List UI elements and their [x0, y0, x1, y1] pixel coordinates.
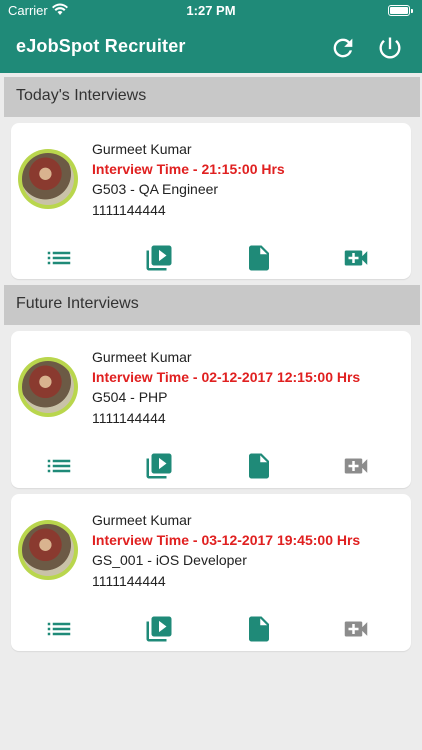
- video-library-icon: [146, 453, 172, 479]
- navigation-bar: eJobSpot Recruiter: [0, 22, 422, 73]
- document-icon: [249, 245, 269, 271]
- job-position: GS_001 - iOS Developer: [92, 552, 247, 568]
- interview-time: Interview Time - 21:15:00 Hrs: [92, 161, 285, 177]
- interview-card[interactable]: Gurmeet Kumar Interview Time - 02-12-201…: [11, 331, 411, 488]
- battery-icon: [388, 5, 413, 16]
- phone-number: 1111144444: [92, 573, 166, 589]
- video-library-icon: [146, 616, 172, 642]
- job-position: G504 - PHP: [92, 389, 168, 405]
- candidate-name: Gurmeet Kumar: [92, 512, 192, 528]
- resume-button[interactable]: [244, 451, 274, 481]
- card-actions: [11, 614, 411, 644]
- refresh-button[interactable]: [329, 34, 357, 62]
- candidate-name: Gurmeet Kumar: [92, 349, 192, 365]
- video-library-icon: [146, 245, 172, 271]
- document-icon: [249, 453, 269, 479]
- recordings-button[interactable]: [144, 243, 174, 273]
- start-video-call-button[interactable]: [341, 243, 371, 273]
- interview-time: Interview Time - 02-12-2017 12:15:00 Hrs: [92, 369, 361, 385]
- details-button[interactable]: [44, 451, 74, 481]
- document-icon: [249, 616, 269, 642]
- power-icon: [379, 37, 401, 59]
- phone-number: 1111144444: [92, 202, 166, 218]
- job-position: G503 - QA Engineer: [92, 181, 219, 197]
- start-video-call-button-disabled[interactable]: [341, 614, 371, 644]
- section-header-today: Today's Interviews: [4, 77, 420, 117]
- phone-number: 1111144444: [92, 410, 166, 426]
- interview-time: Interview Time - 03-12-2017 19:45:00 Hrs: [92, 532, 361, 548]
- logout-button[interactable]: [376, 34, 404, 62]
- list-icon: [47, 251, 71, 265]
- start-video-call-button-disabled[interactable]: [341, 451, 371, 481]
- card-actions: [11, 243, 411, 273]
- clock: 1:27 PM: [186, 3, 236, 18]
- details-button[interactable]: [44, 614, 74, 644]
- recordings-button[interactable]: [144, 451, 174, 481]
- avatar: [18, 149, 78, 209]
- status-bar: Carrier 1:27 PM: [0, 0, 422, 22]
- details-button[interactable]: [44, 243, 74, 273]
- list-icon: [47, 459, 71, 473]
- avatar: [18, 357, 78, 417]
- avatar: [18, 520, 78, 580]
- candidate-name: Gurmeet Kumar: [92, 141, 192, 157]
- list-icon: [47, 622, 71, 636]
- add-video-call-icon: [344, 458, 368, 474]
- add-video-call-icon: [344, 250, 368, 266]
- resume-button[interactable]: [244, 243, 274, 273]
- add-video-call-icon: [344, 621, 368, 637]
- refresh-icon: [333, 38, 353, 58]
- app-title: eJobSpot Recruiter: [16, 36, 186, 56]
- interview-card[interactable]: Gurmeet Kumar Interview Time - 03-12-201…: [11, 494, 411, 651]
- section-header-future: Future Interviews: [4, 285, 420, 325]
- card-actions: [11, 451, 411, 481]
- interview-card[interactable]: Gurmeet Kumar Interview Time - 21:15:00 …: [11, 123, 411, 279]
- recordings-button[interactable]: [144, 614, 174, 644]
- resume-button[interactable]: [244, 614, 274, 644]
